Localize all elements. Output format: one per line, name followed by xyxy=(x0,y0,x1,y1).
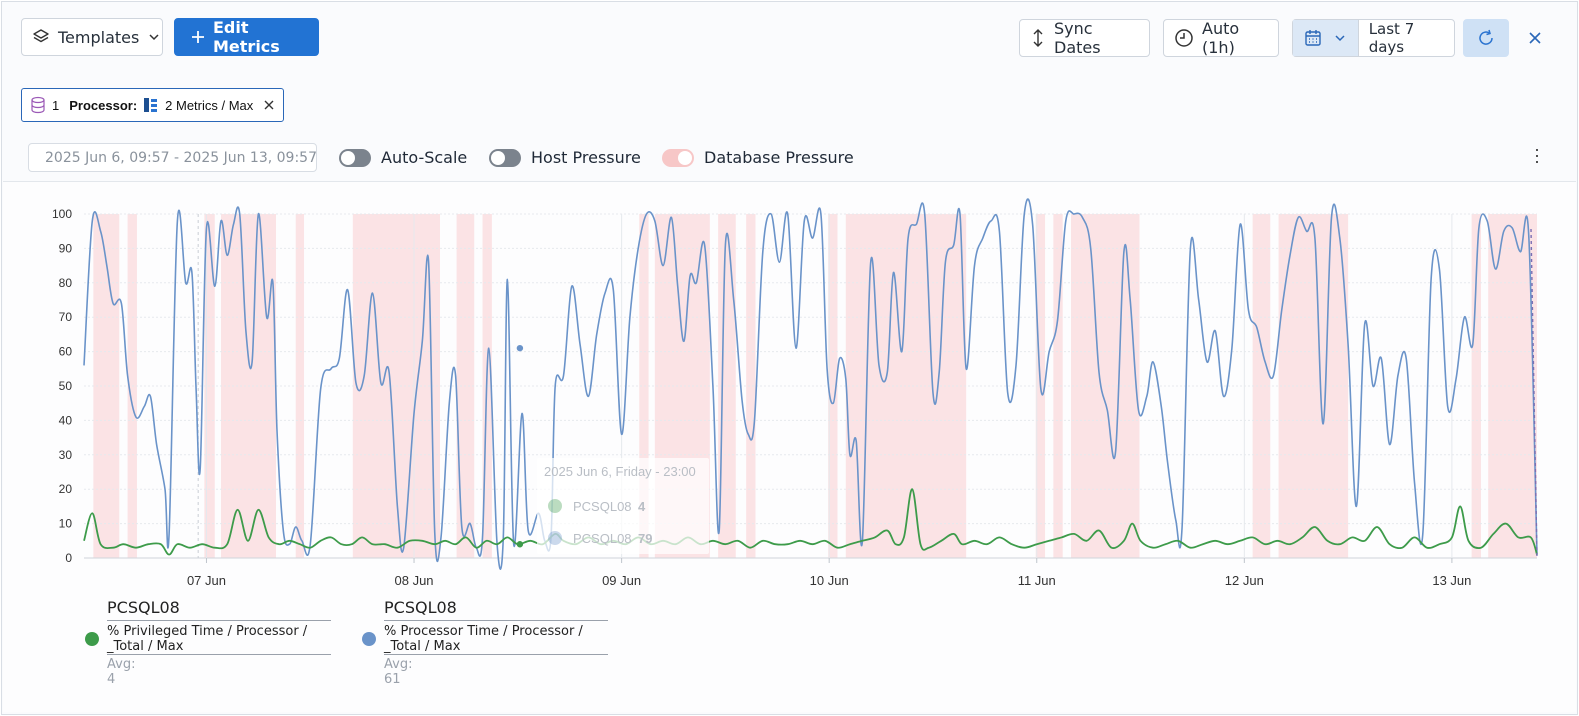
legend-divider xyxy=(384,654,608,655)
legend-host: PCSQL08 xyxy=(107,598,180,617)
legend-host: PCSQL08 xyxy=(384,598,457,617)
edit-metrics-button[interactable]: Edit Metrics xyxy=(174,18,319,56)
chevron-down-icon xyxy=(1335,35,1345,42)
database-pressure-label: Database Pressure xyxy=(704,148,854,167)
more-options-icon[interactable]: · · · xyxy=(1534,140,1540,170)
legend-swatch xyxy=(362,632,376,646)
chip-metrics-label: 2 Metrics / Max xyxy=(165,97,254,113)
refresh-icon xyxy=(1479,29,1493,45)
host-pressure-switch[interactable] xyxy=(489,148,521,167)
host-pressure-toggle[interactable]: Host Pressure xyxy=(489,148,641,167)
legend-divider xyxy=(107,620,331,621)
refresh-button[interactable] xyxy=(1463,19,1509,57)
auto-scale-toggle[interactable]: Auto-Scale xyxy=(339,148,467,167)
legend-avg: Avg: 61 xyxy=(384,657,413,687)
legend-metric: % Processor Time / Processor / _Total / … xyxy=(384,624,583,654)
legend-divider xyxy=(384,620,608,621)
auto-refresh-button[interactable]: Auto (1h) xyxy=(1163,19,1279,57)
templates-label: Templates xyxy=(58,27,140,47)
calendar-dropdown-toggle[interactable] xyxy=(1293,20,1359,56)
legend-divider xyxy=(107,654,331,655)
auto-scale-switch[interactable] xyxy=(339,148,371,167)
host-pressure-label: Host Pressure xyxy=(531,148,641,167)
legend-swatch xyxy=(85,632,99,646)
plus-icon xyxy=(192,31,204,43)
chart-date-range[interactable]: 2025 Jun 6, 09:57 - 2025 Jun 13, 09:57 xyxy=(28,143,317,172)
auto-refresh-label: Auto (1h) xyxy=(1202,19,1240,57)
chip-group-label: Processor: xyxy=(69,97,138,113)
clock-icon xyxy=(1175,29,1193,47)
chevron-down-icon xyxy=(149,34,159,41)
legend-avg: Avg: 4 xyxy=(107,657,136,687)
remove-chip-icon[interactable] xyxy=(263,99,275,111)
close-button[interactable] xyxy=(1526,29,1544,47)
chart-date-range-text: 2025 Jun 6, 09:57 - 2025 Jun 13, 09:57 xyxy=(45,149,317,166)
layers-icon xyxy=(33,29,49,43)
range-label: Last 7 days xyxy=(1368,20,1415,56)
chart-panel-header: 2025 Jun 6, 09:57 - 2025 Jun 13, 09:57 A… xyxy=(3,132,1576,182)
edit-metrics-label: Edit Metrics xyxy=(213,18,280,56)
metric-filter-chip[interactable]: 1 Processor: 2 Metrics / Max xyxy=(21,88,285,122)
templates-button[interactable]: Templates xyxy=(21,18,163,56)
database-pressure-switch[interactable] xyxy=(662,148,694,167)
metrics-tree-icon xyxy=(144,98,158,112)
chip-count: 1 xyxy=(52,97,60,113)
legend-metric: % Privileged Time / Processor / _Total /… xyxy=(107,624,308,654)
auto-scale-label: Auto-Scale xyxy=(381,148,468,167)
database-pressure-toggle[interactable]: Database Pressure xyxy=(662,148,854,167)
sync-dates-button[interactable]: Sync Dates xyxy=(1019,19,1150,57)
sync-dates-label: Sync Dates xyxy=(1054,19,1101,57)
calendar-icon xyxy=(1305,30,1322,46)
database-icon xyxy=(31,96,45,114)
close-icon xyxy=(1529,32,1541,44)
date-range-picker[interactable]: Last 7 days xyxy=(1292,19,1455,57)
sync-arrows-icon xyxy=(1033,29,1043,47)
